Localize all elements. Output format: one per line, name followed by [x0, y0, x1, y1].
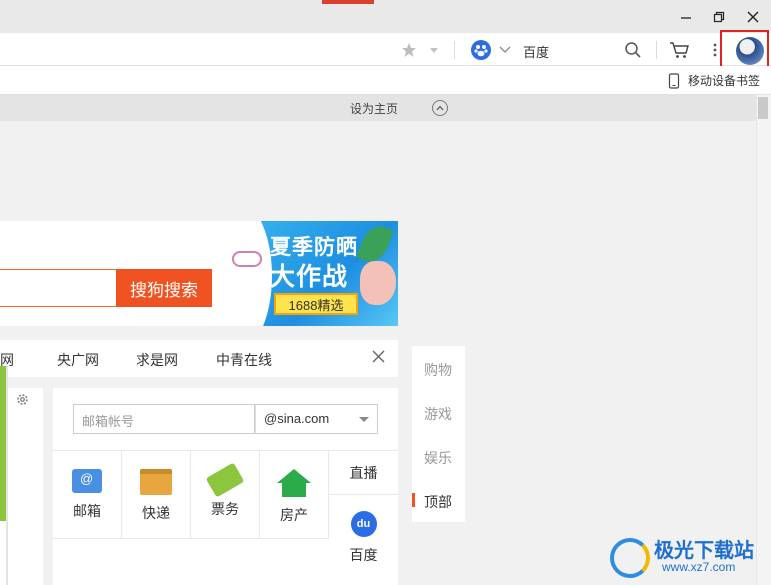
side-nav: 购物 游戏 娱乐 顶部	[412, 346, 465, 522]
chevron-down-icon	[359, 417, 369, 422]
close-icon[interactable]	[372, 348, 385, 368]
watermark-name: 极光下载站	[654, 540, 754, 562]
house-icon-body	[282, 483, 306, 497]
baidu-icon: du	[350, 511, 377, 537]
fruit-icon	[360, 261, 396, 305]
site-links-row: 明网 央广网 求是网 中青在线	[0, 340, 398, 377]
minimize-icon[interactable]	[675, 6, 697, 28]
ticket-icon	[205, 462, 245, 498]
address-bar: 百度	[0, 33, 771, 66]
search-icon[interactable]	[624, 39, 642, 61]
package-icon	[140, 469, 172, 495]
mobile-bookmarks-label: 移动设备书签	[688, 74, 761, 88]
mail-icon	[72, 469, 102, 493]
email-domain-select[interactable]: @sina.com	[255, 404, 378, 434]
star-icon[interactable]	[401, 39, 417, 61]
cart-icon[interactable]	[669, 39, 691, 61]
close-icon[interactable]	[742, 6, 764, 28]
set-home-link[interactable]: 设为主页	[350, 100, 398, 117]
service-housing[interactable]: 房产	[260, 451, 329, 539]
service-label: 快递	[142, 505, 170, 521]
scrollbar-thumb[interactable]	[758, 97, 768, 119]
services-grid: 邮箱 快递 票务 房产 直播 du 百度	[53, 450, 398, 585]
ad-wave-shape	[232, 221, 272, 326]
search-input[interactable]	[0, 269, 116, 307]
chevron-down-icon[interactable]	[428, 39, 440, 61]
watermark-logo	[610, 538, 650, 578]
baidu-paw-icon[interactable]	[471, 40, 491, 60]
site-link[interactable]: 中青在线	[216, 350, 272, 370]
side-nav-entertainment[interactable]: 娱乐	[424, 448, 452, 468]
service-tickets[interactable]: 票务	[191, 451, 260, 539]
chevron-up-icon[interactable]	[432, 100, 448, 116]
email-account-input[interactable]: 邮箱帐号	[73, 404, 255, 434]
email-domain-value: @sina.com	[264, 411, 330, 426]
restore-icon[interactable]	[708, 6, 730, 28]
ad-banner[interactable]: 夏季防晒 大作战 1688精选	[232, 221, 398, 326]
divider	[454, 41, 455, 59]
divider	[656, 41, 657, 59]
side-nav-games[interactable]: 游戏	[424, 404, 452, 424]
home-strip: 设为主页	[0, 95, 756, 121]
bookmarks-bar: 移动设备书签	[0, 66, 771, 95]
scrollbar[interactable]	[756, 95, 771, 585]
watermark-url: www.xz7.com	[662, 560, 736, 574]
divider	[6, 366, 8, 585]
active-indicator	[412, 493, 415, 507]
watermark: 极光下载站 www.xz7.com	[610, 532, 762, 582]
service-label: 房产	[280, 507, 308, 523]
avatar[interactable]	[736, 37, 764, 65]
phone-icon	[668, 72, 680, 89]
search-panel: 搜狗搜索 夏季防晒 大作战 1688精选	[0, 221, 398, 326]
side-nav-top[interactable]: 顶部	[424, 492, 452, 512]
service-baidu[interactable]: du 百度	[329, 495, 398, 585]
engine-dropdown-icon[interactable]	[498, 39, 512, 61]
side-nav-shopping[interactable]: 购物	[424, 360, 452, 380]
sogou-search-button[interactable]: 搜狗搜索	[116, 269, 212, 307]
service-label: 百度	[349, 547, 378, 563]
title-bar	[0, 0, 771, 33]
service-label: 票务	[211, 501, 239, 517]
ad-title-line2: 大作战	[270, 263, 349, 291]
leaf-icon	[356, 221, 394, 267]
site-link[interactable]: 求是网	[136, 350, 178, 370]
gear-icon[interactable]	[15, 392, 30, 411]
service-label: 邮箱	[73, 503, 101, 519]
house-icon	[277, 469, 311, 483]
site-link[interactable]: 央广网	[57, 350, 99, 370]
sunglasses-icon	[232, 251, 262, 267]
ad-tag: 1688精选	[274, 293, 358, 315]
service-live[interactable]: 直播	[329, 451, 398, 495]
service-express[interactable]: 快递	[122, 451, 191, 539]
mobile-bookmarks[interactable]: 移动设备书签	[668, 72, 760, 89]
more-vertical-icon[interactable]	[711, 39, 719, 61]
service-mail[interactable]: 邮箱	[53, 451, 122, 539]
active-tab-indicator	[322, 0, 374, 4]
services-card: 邮箱帐号 @sina.com 邮箱 快递 票务 房产 直播 du 百度	[53, 388, 398, 585]
search-engine-name[interactable]: 百度	[523, 42, 549, 61]
